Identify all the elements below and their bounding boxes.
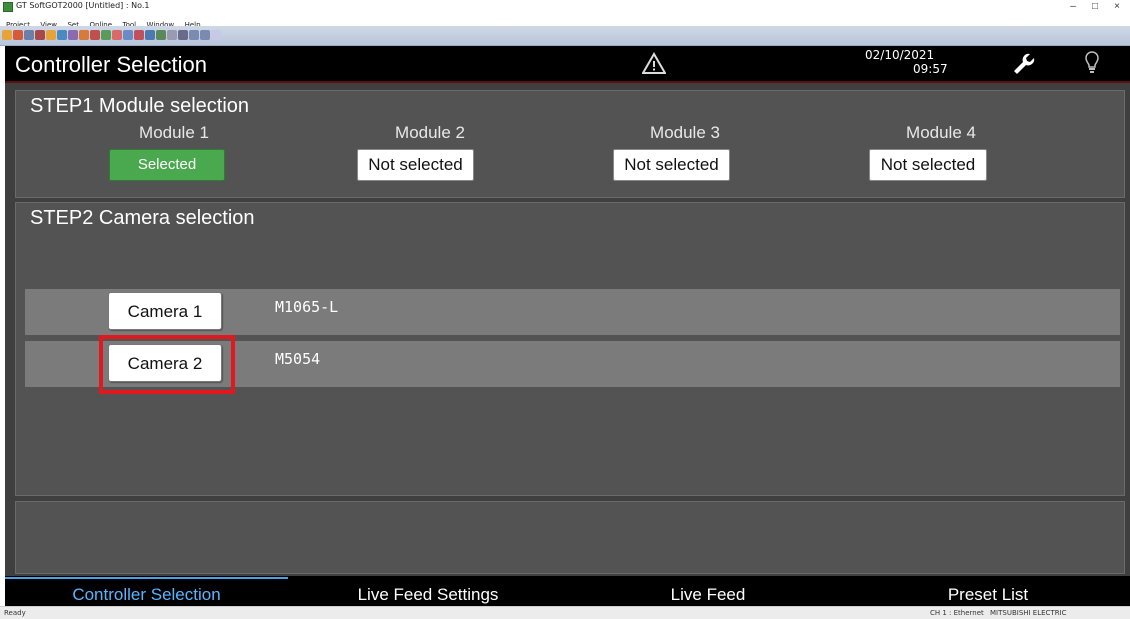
header-date: 02/10/2021 <box>865 48 935 62</box>
camera-2-highlight <box>99 335 235 394</box>
module-4-label: Module 4 <box>906 123 976 142</box>
folder-icon[interactable] <box>46 30 56 40</box>
status-vendor: MITSUBISHI ELECTRIC <box>990 609 1067 617</box>
header-time: 09:57 <box>913 62 948 76</box>
help-icon[interactable] <box>211 30 221 40</box>
module-selection-panel: STEP1 Module selection Module 1 Selected… <box>15 90 1125 198</box>
open-icon[interactable] <box>2 30 12 40</box>
module-1-label: Module 1 <box>139 123 209 142</box>
grid-icon[interactable] <box>145 30 155 40</box>
warning-icon[interactable] <box>642 52 666 76</box>
status-text: Ready <box>4 609 26 617</box>
tab-bar: Controller Selection Live Feed Settings … <box>5 576 1130 606</box>
tab-live-feed[interactable]: Live Feed <box>568 585 848 605</box>
toolbar-icons <box>2 30 221 42</box>
tab-live-feed-settings[interactable]: Live Feed Settings <box>288 585 568 605</box>
info-panel <box>15 501 1125 574</box>
keyboard-icon[interactable] <box>178 30 188 40</box>
percent-icon[interactable] <box>167 30 177 40</box>
module-1-button[interactable]: Selected <box>109 149 225 181</box>
hmi-header: Controller Selection 02/10/2021 09:57 <box>5 46 1130 83</box>
app-icon <box>3 2 13 12</box>
close-button[interactable]: × <box>1106 0 1128 14</box>
menu-bar: Project View Set Online Tool Window Help <box>0 14 1130 29</box>
camera-1-button[interactable]: Camera 1 <box>108 292 222 330</box>
tab-controller-selection[interactable]: Controller Selection <box>5 585 288 605</box>
monitor-icon[interactable] <box>79 30 89 40</box>
window-title: GT SoftGOT2000 [Untitled] : No.1 <box>16 1 150 10</box>
step1-title: STEP1 Module selection <box>30 95 250 117</box>
print-icon[interactable] <box>24 30 34 40</box>
status-bar: Ready CH 1 : Ethernet MITSUBISHI ELECTRI… <box>0 606 1130 619</box>
module-2-button[interactable]: Not selected <box>357 149 474 181</box>
camera-2-model: M5054 <box>275 350 321 368</box>
device2-icon[interactable] <box>101 30 111 40</box>
camera-row-1: Camera 1 M1065-L <box>25 289 1120 335</box>
settings-icon[interactable] <box>68 30 78 40</box>
chart-icon[interactable] <box>156 30 166 40</box>
script-icon[interactable] <box>134 30 144 40</box>
step2-title: STEP2 Camera selection <box>30 207 255 229</box>
stop-icon[interactable] <box>35 30 45 40</box>
minimize-button[interactable]: – <box>1062 0 1084 14</box>
module-2-label: Module 2 <box>395 123 465 142</box>
active-tab-indicator <box>5 577 288 579</box>
page-title: Controller Selection <box>15 52 207 77</box>
status-channel: CH 1 : Ethernet <box>930 609 984 617</box>
module-4-button[interactable]: Not selected <box>869 149 987 181</box>
module-3-label: Module 3 <box>650 123 720 142</box>
camera-1-model: M1065-L <box>275 298 339 316</box>
module-3-button[interactable]: Not selected <box>613 149 730 181</box>
save-icon[interactable] <box>13 30 23 40</box>
wrench-icon[interactable] <box>1010 51 1036 77</box>
hmi-screen: Controller Selection 02/10/2021 09:57 ST… <box>5 46 1130 606</box>
lamp-icon[interactable] <box>1085 51 1099 75</box>
run-icon[interactable] <box>112 30 122 40</box>
network-icon[interactable] <box>123 30 133 40</box>
window-titlebar: GT SoftGOT2000 [Untitled] : No.1 – □ × <box>0 0 1130 14</box>
window1-icon[interactable] <box>189 30 199 40</box>
window2-icon[interactable] <box>200 30 210 40</box>
tab-preset-list[interactable]: Preset List <box>848 585 1128 605</box>
device-icon[interactable] <box>90 30 100 40</box>
connect-icon[interactable] <box>57 30 67 40</box>
toolbar <box>0 26 1130 46</box>
maximize-button[interactable]: □ <box>1084 0 1106 14</box>
